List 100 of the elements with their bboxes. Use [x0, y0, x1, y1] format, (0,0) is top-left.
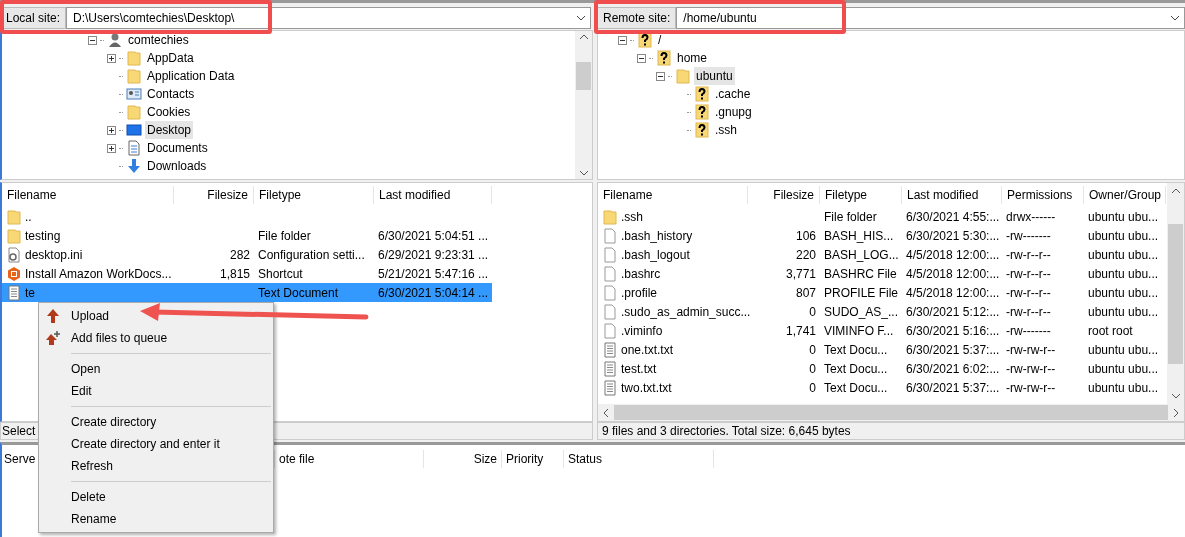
- tree-item[interactable]: Desktop: [145, 121, 194, 139]
- file-row[interactable]: desktop.ini 282 Configuration setti... 6/29/2021 9:23:31 ...: [2, 245, 492, 264]
- table-cell-text: 106: [795, 227, 816, 245]
- tree-item[interactable]: comtechies: [126, 31, 191, 49]
- file-row[interactable]: .bash_logout 220 BASH_LOG... 4/5/2018 12:00:... -rw-r--r-- ubuntu ubu...: [598, 245, 1166, 264]
- column-header[interactable]: Size: [424, 450, 502, 468]
- file-row[interactable]: testing File folder 6/30/2021 5:04:51 ...: [2, 226, 492, 245]
- file-name: test.txt: [621, 360, 657, 378]
- expand-icon[interactable]: [107, 53, 116, 63]
- menu-item[interactable]: Delete: [39, 486, 273, 508]
- file-row[interactable]: .sudo_as_admin_succ... 0 SUDO_AS_... 6/30/2021 5:12:... -rw-r--r-- ubuntu ubu...: [598, 302, 1166, 321]
- file-row[interactable]: Install Amazon WorkDocs... 1,815 Shortcut 5/21/2021 5:47:16 ...: [2, 264, 492, 283]
- scroll-right-icon[interactable]: [1172, 407, 1180, 418]
- vertical-scrollbar[interactable]: [575, 31, 592, 179]
- column-header[interactable]: Filetype: [820, 186, 902, 204]
- file-icon: [602, 322, 618, 339]
- file-row[interactable]: .profile 807 PROFILE File 4/5/2018 12:00:... -rw-r--r-- ubuntu ubu...: [598, 283, 1166, 302]
- file-name: te: [25, 284, 35, 302]
- table-cell-text: -rw-------: [1006, 227, 1051, 245]
- scroll-up-icon[interactable]: [1170, 187, 1181, 195]
- file-row[interactable]: one.txt.txt 0 Text Docu... 6/30/2021 5:37:... -rw-rw-r-- ubuntu ubu...: [598, 340, 1166, 359]
- table-cell-text: 0: [809, 303, 816, 321]
- scroll-down-icon[interactable]: [1170, 392, 1181, 400]
- table-cell-text: -rw-rw-r--: [1006, 379, 1056, 397]
- table-cell-text: BASH_LOG...: [824, 246, 899, 264]
- tree-item[interactable]: .cache: [713, 85, 753, 103]
- column-header[interactable]: ote file: [275, 450, 424, 468]
- column-header[interactable]: Last modified: [374, 186, 492, 204]
- table-cell-text: 6/29/2021 9:23:31 ...: [378, 246, 489, 264]
- file-row[interactable]: test.txt 0 Text Docu... 6/30/2021 6:02:... -rw-rw-r-- ubuntu ubu...: [598, 359, 1166, 378]
- path-field[interactable]: D:\Users\comtechies\Desktop\: [66, 7, 591, 29]
- table-cell-text: 6/30/2021 5:30:...: [906, 227, 1000, 245]
- table-cell-text: drwx------: [1006, 208, 1056, 226]
- question-folder-icon: [656, 50, 672, 66]
- table-cell-text: 3,771: [785, 265, 816, 283]
- menu-item[interactable]: Edit: [39, 380, 273, 402]
- table-cell-text: PROFILE File: [824, 284, 898, 302]
- file-row[interactable]: two.txt.txt 0 Text Docu... 6/30/2021 5:37:... -rw-rw-r-- ubuntu ubu...: [598, 378, 1166, 397]
- monitor-icon: [126, 122, 142, 138]
- table-cell-text: -rw-r--r--: [1006, 303, 1051, 321]
- scroll-down-icon[interactable]: [578, 169, 589, 177]
- scroll-left-icon[interactable]: [602, 407, 610, 418]
- column-header[interactable]: Status: [564, 450, 714, 468]
- menu-item[interactable]: Rename: [39, 508, 273, 530]
- column-header[interactable]: Filesize: [174, 186, 254, 204]
- column-header[interactable]: Permissions: [1002, 186, 1084, 204]
- tree-item[interactable]: Application Data: [145, 67, 237, 85]
- tree-item[interactable]: .gnupg: [713, 103, 754, 121]
- file-row[interactable]: .bash_history 106 BASH_HIS... 6/30/2021 5:30:... -rw------- ubuntu ubu...: [598, 226, 1166, 245]
- file-name: two.txt.txt: [621, 379, 672, 397]
- scroll-thumb[interactable]: [614, 405, 1168, 420]
- file-icon: [602, 227, 618, 244]
- tree-item[interactable]: Cookies: [145, 103, 193, 121]
- up-arrow-icon: [45, 308, 61, 324]
- horizontal-scrollbar[interactable]: [598, 404, 1184, 421]
- column-header[interactable]: Owner/Group: [1084, 186, 1166, 204]
- menu-item[interactable]: Create directory: [39, 411, 273, 433]
- tree-item[interactable]: Downloads: [145, 157, 209, 175]
- tree-item[interactable]: AppData: [145, 49, 196, 67]
- tree-item[interactable]: /: [656, 31, 664, 49]
- file-row[interactable]: ..: [2, 207, 492, 226]
- column-header[interactable]: Last modified: [902, 186, 1002, 204]
- tree-item[interactable]: .ssh: [713, 121, 739, 139]
- file-row[interactable]: te Text Document 6/30/2021 5:04:14 ...: [2, 283, 492, 302]
- scroll-thumb[interactable]: [1168, 223, 1183, 364]
- column-header[interactable]: Filename: [2, 186, 174, 204]
- expand-icon[interactable]: [107, 125, 116, 135]
- file-name: .viminfo: [621, 322, 663, 340]
- vertical-scrollbar[interactable]: [1167, 183, 1184, 404]
- tree-item[interactable]: Contacts: [145, 85, 197, 103]
- folder-icon: [675, 68, 691, 84]
- collapse-icon[interactable]: [88, 35, 97, 45]
- path-field[interactable]: /home/ubuntu: [676, 7, 1185, 29]
- tree-item[interactable]: home: [675, 49, 710, 67]
- tree-item[interactable]: ubuntu: [694, 67, 735, 85]
- file-name: one.txt.txt: [621, 341, 674, 359]
- collapse-icon[interactable]: [656, 71, 665, 81]
- expand-icon[interactable]: [107, 143, 116, 153]
- table-cell-text: 5/21/2021 5:47:16 ...: [378, 265, 489, 283]
- column-header[interactable]: Priority: [502, 450, 564, 468]
- column-header[interactable]: Filetype: [254, 186, 374, 204]
- menu-item[interactable]: Upload: [39, 305, 273, 327]
- table-cell-text: 0: [809, 379, 816, 397]
- menu-item[interactable]: Add files to queue: [39, 327, 273, 349]
- menu-item[interactable]: Refresh: [39, 455, 273, 477]
- scroll-thumb[interactable]: [576, 62, 591, 90]
- folder-icon: [602, 208, 618, 225]
- file-row[interactable]: .ssh File folder 6/30/2021 4:55:... drwx------ ubuntu ubu...: [598, 207, 1166, 226]
- menu-item[interactable]: Create directory and enter it: [39, 433, 273, 455]
- scroll-up-icon[interactable]: [578, 33, 589, 41]
- collapse-icon[interactable]: [618, 35, 627, 45]
- tree-item[interactable]: Documents: [145, 139, 210, 157]
- file-row[interactable]: .viminfo 1,741 VIMINFO F... 6/30/2021 5:16:... -rw------- root root: [598, 321, 1166, 340]
- file-row[interactable]: .bashrc 3,771 BASHRC File 4/5/2018 12:00:... -rw-r--r-- ubuntu ubu...: [598, 264, 1166, 283]
- column-header[interactable]: Filename: [598, 186, 748, 204]
- file-name: .bash_logout: [621, 246, 690, 264]
- column-header[interactable]: Filesize: [748, 186, 820, 204]
- down-arrow-icon: [126, 158, 142, 174]
- collapse-icon[interactable]: [637, 53, 646, 63]
- menu-item[interactable]: Open: [39, 358, 273, 380]
